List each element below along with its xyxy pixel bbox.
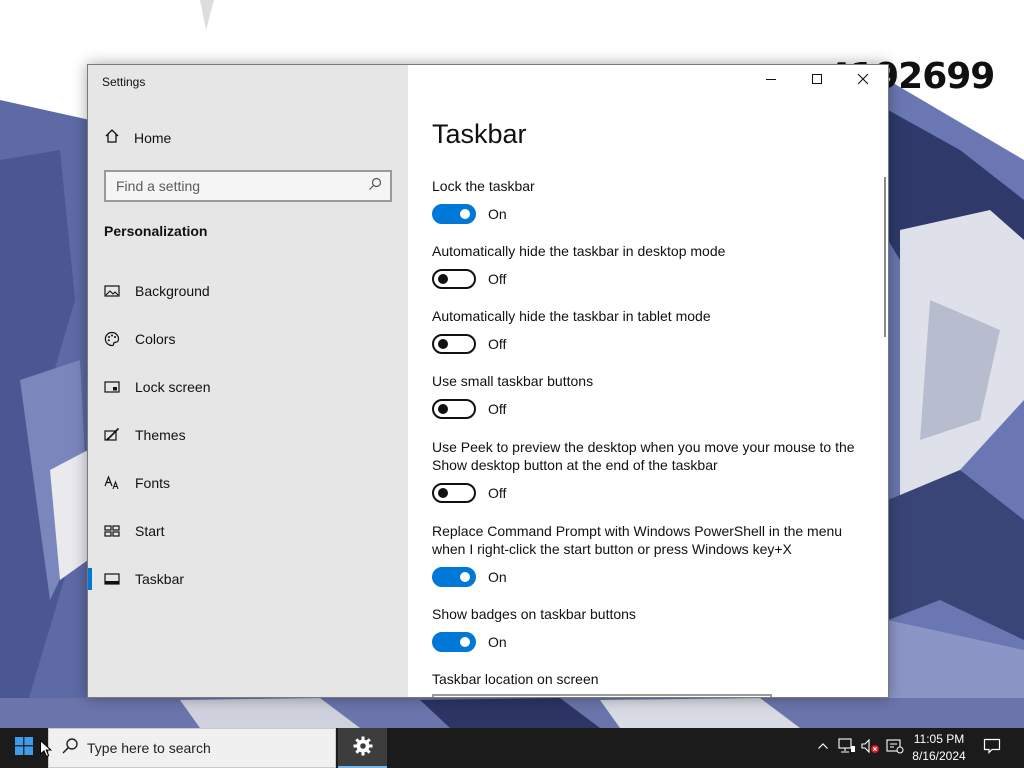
setting-location: Taskbar location on screen [432, 670, 872, 688]
clock-date: 8/16/2024 [912, 749, 966, 763]
close-icon [857, 72, 869, 90]
find-setting-search[interactable] [104, 170, 392, 202]
peek-toggle[interactable] [432, 483, 476, 503]
setting-label: Show badges on taskbar buttons [432, 606, 636, 622]
find-setting-input[interactable] [116, 178, 368, 194]
toggle-state-label: On [488, 634, 507, 650]
notification-area-button[interactable] [884, 728, 906, 768]
search-icon [61, 737, 79, 760]
sidebar-item-background[interactable]: Background [88, 271, 408, 311]
sidebar-item-label: Background [135, 283, 210, 299]
action-center-button[interactable] [978, 728, 1006, 768]
image-icon [104, 283, 120, 299]
sidebar-item-label: Taskbar [135, 571, 185, 587]
network-tray-button[interactable] [836, 728, 858, 768]
sidebar-item-taskbar[interactable]: Taskbar [88, 559, 408, 599]
small-buttons-toggle[interactable] [432, 399, 476, 419]
setting-peek: Use Peek to preview the desktop when you… [432, 438, 872, 503]
show-hidden-icons-button[interactable] [812, 728, 834, 768]
mouse-cursor-icon [40, 740, 52, 758]
lock-taskbar-toggle[interactable] [432, 204, 476, 224]
sidebar-item-colors[interactable]: Colors [88, 319, 408, 359]
taskbar-search-placeholder: Type here to search [87, 740, 211, 756]
maximize-button[interactable] [794, 65, 840, 97]
scrollbar[interactable] [884, 177, 886, 337]
sidebar: Settings Home Personalization Background [88, 65, 408, 697]
sidebar-item-label: Themes [135, 427, 186, 443]
badges-toggle[interactable] [432, 632, 476, 652]
setting-autohide-desktop: Automatically hide the taskbar in deskto… [432, 242, 872, 289]
sidebar-item-themes[interactable]: Themes [88, 415, 408, 455]
close-button[interactable] [840, 65, 886, 97]
volume-muted-icon [861, 738, 881, 759]
taskbar-location-dropdown[interactable] [432, 694, 772, 697]
content-pane: Taskbar Lock the taskbar On Automaticall… [408, 65, 888, 697]
setting-label: Lock the taskbar [432, 178, 535, 194]
maximize-icon [811, 72, 823, 90]
fonts-icon [104, 475, 120, 491]
autohide-tablet-toggle[interactable] [432, 334, 476, 354]
taskbar-clock[interactable]: 11:05 PM 8/16/2024 [908, 731, 970, 765]
palette-icon [104, 331, 120, 347]
sidebar-item-label: Start [135, 523, 165, 539]
sidebar-item-label: Lock screen [135, 379, 211, 395]
sidebar-item-start[interactable]: Start [88, 511, 408, 551]
sidebar-item-fonts[interactable]: Fonts [88, 463, 408, 503]
setting-label: Use Peek to preview the desktop when you… [432, 439, 855, 473]
chevron-up-icon [817, 739, 829, 757]
setting-badges: Show badges on taskbar buttons On [432, 605, 872, 652]
taskbar-icon [104, 571, 120, 587]
toggle-state-label: Off [488, 401, 507, 417]
sidebar-item-label: Colors [135, 331, 176, 347]
setting-label: Automatically hide the taskbar in tablet… [432, 308, 711, 324]
themes-icon [104, 427, 120, 443]
taskbar: Type here to search 11:05 PM 8/16/2024 [0, 728, 1024, 768]
minimize-button[interactable] [748, 65, 794, 97]
setting-autohide-tablet: Automatically hide the taskbar in tablet… [432, 307, 872, 354]
settings-taskbar-button[interactable] [338, 728, 387, 768]
toggle-state-label: Off [488, 271, 507, 287]
setting-label: Use small taskbar buttons [432, 373, 594, 389]
windows-logo-icon [15, 736, 33, 760]
home-label: Home [134, 130, 172, 146]
toggle-state-label: On [488, 569, 507, 585]
setting-label: Automatically hide the taskbar in deskto… [432, 243, 726, 259]
powershell-toggle[interactable] [432, 567, 476, 587]
home-nav-item[interactable]: Home [104, 127, 171, 149]
setting-label: Taskbar location on screen [432, 671, 599, 687]
taskbar-search-box[interactable]: Type here to search [48, 728, 336, 768]
gear-icon [353, 736, 373, 761]
setting-lock-taskbar: Lock the taskbar On [432, 177, 872, 224]
sidebar-item-label: Fonts [135, 475, 171, 491]
section-heading: Personalization [104, 223, 208, 239]
sidebar-item-lock-screen[interactable]: Lock screen [88, 367, 408, 407]
start-icon [104, 523, 120, 539]
autohide-desktop-toggle[interactable] [432, 269, 476, 289]
toggle-state-label: Off [488, 485, 507, 501]
home-icon [104, 128, 120, 149]
toggle-state-label: On [488, 206, 507, 222]
search-icon[interactable] [368, 177, 382, 196]
setting-label: Replace Command Prompt with Windows Powe… [432, 523, 843, 557]
window-title: Settings [102, 75, 146, 89]
lock-screen-icon [104, 379, 120, 395]
device-tray-icon [886, 738, 904, 759]
toggle-state-label: Off [488, 336, 507, 352]
setting-small-buttons: Use small taskbar buttons Off [432, 372, 872, 419]
volume-tray-button[interactable] [859, 728, 883, 768]
page-title: Taskbar [432, 119, 527, 149]
setting-powershell: Replace Command Prompt with Windows Powe… [432, 522, 872, 587]
network-icon [838, 737, 856, 759]
clock-time: 11:05 PM [913, 732, 965, 746]
notification-icon [983, 737, 1001, 760]
settings-window: Settings Home Personalization Background [87, 64, 889, 698]
minimize-icon [765, 72, 777, 90]
